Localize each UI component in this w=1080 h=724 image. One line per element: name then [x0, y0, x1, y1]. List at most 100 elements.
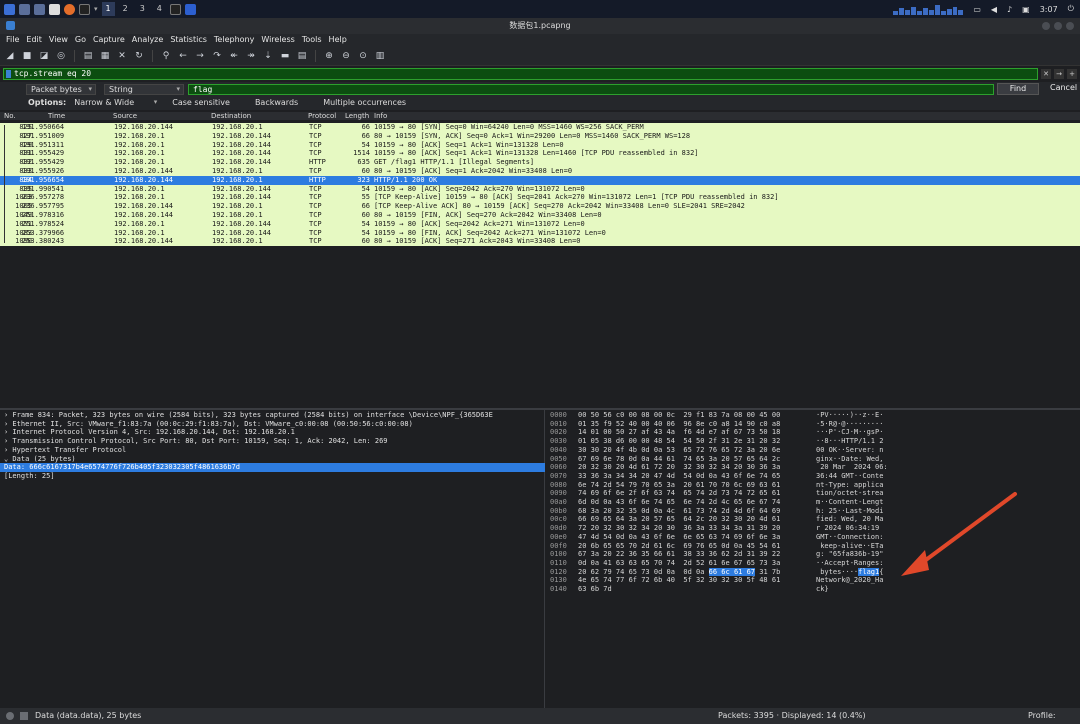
packet-row[interactable]: 1049 251.978316 192.168.20.144 192.168.20.1… [0, 211, 1080, 220]
normal-size-icon[interactable]: ⊙ [357, 50, 369, 62]
menu-help[interactable]: Help [329, 34, 347, 46]
terminal-window-icon[interactable] [169, 3, 181, 15]
stop-capture-icon[interactable]: ■ [21, 50, 33, 62]
workspace-4[interactable]: 4 [153, 2, 166, 16]
apply-filter-icon[interactable]: → [1054, 69, 1064, 79]
bytes-row[interactable]: 0070 33 36 3a 34 34 20 47 4d 54 0d 0a 43 … [546, 472, 1080, 481]
packet-row[interactable]: 834 191.956654 192.168.20.144 192.168.20.1 H… [0, 175, 1080, 185]
minimize-icon[interactable] [1042, 22, 1050, 30]
bytes-row[interactable]: 0020 14 01 00 50 27 af 43 4a f6 4d e7 af … [546, 428, 1080, 437]
bell-icon[interactable]: ♪ [1007, 5, 1012, 14]
maximize-icon[interactable] [1054, 22, 1062, 30]
menu-telephony[interactable]: Telephony [214, 34, 254, 46]
bytes-row[interactable]: 0040 30 30 20 4f 4b 0d 0a 53 65 72 76 65 … [546, 446, 1080, 455]
menu-wireless[interactable]: Wireless [261, 34, 294, 46]
detail-field[interactable]: [Length: 25] [0, 472, 545, 481]
find-input[interactable]: flag [188, 83, 994, 95]
charset-select[interactable]: String [104, 83, 184, 95]
start-capture-icon[interactable]: ◢ [4, 50, 16, 62]
wireshark-window-icon[interactable] [184, 3, 196, 15]
bytes-row[interactable]: 0140 63 6b 7d ck} [546, 585, 1080, 594]
bytes-row[interactable]: 0050 67 69 6e 78 0d 0a 44 61 74 65 3a 20 … [546, 455, 1080, 464]
menu-go[interactable]: Go [75, 34, 86, 46]
packet-row[interactable]: 833 191.955926 192.168.20.144 192.168.20.1 T… [0, 167, 1080, 176]
menu-tools[interactable]: Tools [302, 34, 322, 46]
bytes-row[interactable]: 0000 00 50 56 c0 00 08 00 0c 29 f1 83 7a … [546, 411, 1080, 420]
cancel-button[interactable]: Cancel [1042, 83, 1078, 95]
packet-row[interactable]: 1051 251.978524 192.168.20.1 192.168.20.144… [0, 219, 1080, 229]
col-info[interactable]: Info [374, 112, 387, 120]
col-destination[interactable]: Destination [211, 112, 251, 120]
go-forward-icon[interactable]: → [194, 50, 206, 62]
packet-row[interactable]: 1083 253.379966 192.168.20.1 192.168.20.144… [0, 228, 1080, 238]
chevron-down-icon[interactable]: ▾ [94, 5, 98, 13]
search-in-select[interactable]: Packet bytes [26, 83, 96, 95]
bytes-row[interactable]: 0080 6e 74 2d 54 79 70 65 3a 20 61 70 70 … [546, 481, 1080, 490]
packet-row[interactable]: 1005 236.957795 192.168.20.144 192.168.20.1… [0, 202, 1080, 212]
document-app-icon[interactable] [49, 3, 60, 15]
go-to-packet-icon[interactable]: ↷ [211, 50, 223, 62]
detail-tree-item[interactable]: › Transmission Control Protocol, Src Por… [0, 437, 545, 446]
detail-tree-item-data[interactable]: ⌄ Data (25 bytes) [0, 455, 545, 464]
packet-row[interactable]: 831 191.955429 192.168.20.1 192.168.20.144 T… [0, 149, 1080, 159]
col-protocol[interactable]: Protocol [308, 112, 336, 120]
close-file-icon[interactable]: ✕ [116, 50, 128, 62]
col-source[interactable]: Source [113, 112, 137, 120]
packet-row[interactable]: 1090 253.380243 192.168.20.144 192.168.20.1… [0, 237, 1080, 247]
menu-analyze[interactable]: Analyze [132, 34, 164, 46]
volume-icon[interactable]: ◀ [991, 5, 997, 14]
status-profile[interactable]: Profile: Default [1028, 708, 1080, 724]
col-no[interactable]: No. [4, 112, 16, 120]
bookmark-icon[interactable] [6, 70, 11, 78]
display-filter-input[interactable]: tcp.stream eq 20 [3, 68, 1038, 80]
detail-tree-item[interactable]: › Internet Protocol Version 4, Src: 192.… [0, 428, 545, 437]
last-packet-icon[interactable]: ↠ [245, 50, 257, 62]
packet-row[interactable]: 835 191.990541 192.168.20.1 192.168.20.144 T… [0, 184, 1080, 194]
close-icon[interactable] [1066, 22, 1074, 30]
detail-tree-item[interactable]: › Hypertext Transfer Protocol [0, 446, 545, 455]
terminal-app-icon[interactable] [19, 3, 30, 15]
menu-view[interactable]: View [49, 34, 68, 46]
reload-file-icon[interactable]: ↻ [133, 50, 145, 62]
save-file-icon[interactable]: ▦ [99, 50, 111, 62]
zoom-in-icon[interactable]: ⊕ [323, 50, 335, 62]
packet-row[interactable]: 832 191.955429 192.168.20.1 192.168.20.144 H… [0, 158, 1080, 168]
workspace-1[interactable]: 1 [101, 2, 115, 16]
detail-tree-item[interactable]: › Ethernet II, Src: VMware_f1:83:7a (00:… [0, 420, 545, 429]
resize-columns-icon[interactable]: ▥ [374, 50, 386, 62]
colorize-icon[interactable]: ▬ [279, 50, 291, 62]
find-packet-icon[interactable]: ⚲ [160, 50, 172, 62]
capture-options-icon[interactable]: ◎ [55, 50, 67, 62]
packet-row[interactable]: 1003 236.957278 192.168.20.1 192.168.20.144… [0, 193, 1080, 203]
case-sensitive-checkbox[interactable]: Case sensitive [172, 97, 230, 109]
autoscroll-icon[interactable]: ⇣ [262, 50, 274, 62]
menu-statistics[interactable]: Statistics [170, 34, 207, 46]
options-select[interactable]: Narrow & Wide [70, 98, 160, 109]
clock[interactable]: 3:07 [1040, 5, 1058, 14]
restart-capture-icon[interactable]: ◪ [38, 50, 50, 62]
comment-icon[interactable] [20, 712, 28, 720]
backwards-checkbox[interactable]: Backwards [255, 97, 298, 109]
bytes-row[interactable]: 0060 20 32 30 20 4d 61 72 20 32 30 32 34 … [546, 463, 1080, 472]
shell-icon[interactable] [79, 3, 90, 15]
expert-info-icon[interactable] [6, 712, 14, 720]
launcher-icon[interactable] [4, 3, 15, 15]
lock-icon[interactable]: ▣ [1022, 5, 1030, 14]
packet-row[interactable]: 825 191.950664 192.168.20.144 192.168.20.1 T… [0, 123, 1080, 132]
multiple-occurrences-checkbox[interactable]: Multiple occurrences [323, 97, 406, 109]
detail-field[interactable]: Data: 666c6167317b4e6574776f726b405f3230… [0, 463, 545, 473]
menu-file[interactable]: File [6, 34, 19, 46]
col-length[interactable]: Length [345, 112, 369, 120]
find-button[interactable]: Find [997, 83, 1039, 95]
menu-edit[interactable]: Edit [26, 34, 42, 46]
packet-row[interactable]: 829 191.951311 192.168.20.1 192.168.20.144 T… [0, 140, 1080, 150]
workspace-2[interactable]: 2 [119, 2, 132, 16]
detail-tree-item[interactable]: › Frame 834: Packet, 323 bytes on wire (… [0, 411, 545, 420]
open-file-icon[interactable]: ▤ [82, 50, 94, 62]
workspace-3[interactable]: 3 [136, 2, 149, 16]
files-app-icon[interactable] [34, 3, 45, 15]
bytes-row[interactable]: 0030 01 05 38 d6 00 00 48 54 54 50 2f 31 … [546, 437, 1080, 446]
add-filter-button[interactable]: + [1067, 69, 1077, 79]
columns-icon[interactable]: ▤ [296, 50, 308, 62]
clear-filter-icon[interactable]: ✕ [1041, 69, 1051, 79]
